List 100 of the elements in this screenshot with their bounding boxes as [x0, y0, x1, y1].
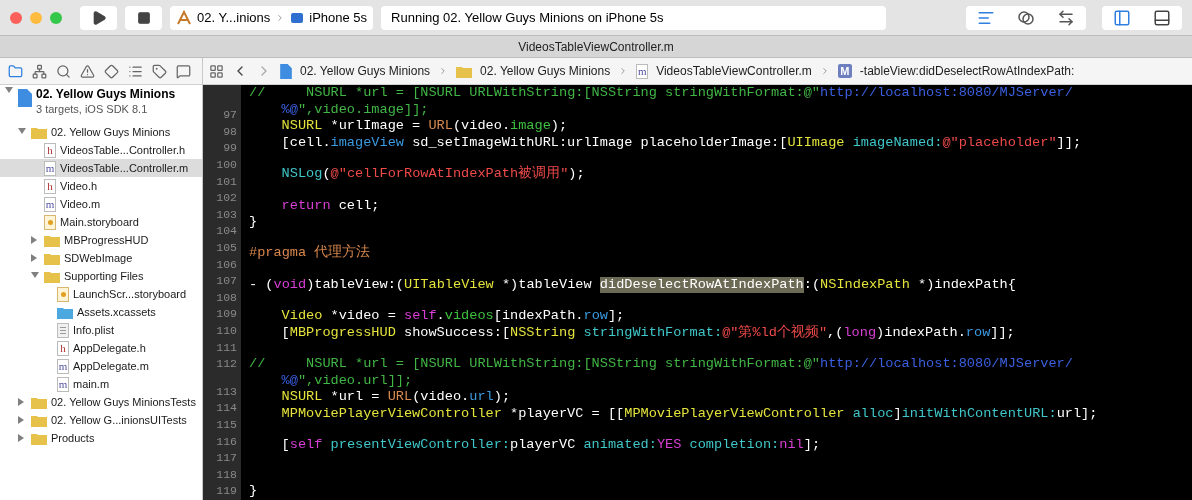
- window-title: VideosTableViewController.m: [518, 38, 674, 56]
- file-icon: h: [44, 178, 56, 194]
- folder-icon: [456, 64, 473, 78]
- code-text: alloc: [852, 405, 894, 423]
- navigator-tab[interactable]: [150, 62, 168, 80]
- breadcrumb[interactable]: -tableView:didDeselectRowAtIndexPath:: [859, 62, 1075, 80]
- navigator-row[interactable]: m AppDelegate.m: [0, 357, 202, 375]
- navigator-row[interactable]: Main.storyboard: [0, 213, 202, 231]
- close-button[interactable]: [10, 11, 22, 24]
- navigator-row[interactable]: Products: [0, 429, 202, 447]
- file-name: main.m: [73, 376, 110, 392]
- code-text: presentViewController:: [330, 437, 511, 454]
- code-text: @"cellForRowAtIndexPath被调用": [330, 166, 569, 183]
- code-text: http://localhost:8080/MJServer/: [820, 85, 1073, 102]
- navigator-row[interactable]: Assets.xcassets: [0, 303, 202, 321]
- file-icon: m: [57, 358, 69, 374]
- code-text: playerVC: [510, 437, 577, 454]
- code-text: UITableView: [404, 276, 494, 294]
- navigator-row[interactable]: Supporting Files: [0, 267, 202, 285]
- list-icon: [127, 63, 143, 79]
- storyboard-file-icon: [44, 214, 56, 230]
- file-name: VideosTable...Controller.h: [60, 142, 186, 158]
- navigator-tab[interactable]: [102, 62, 120, 80]
- navigator-row[interactable]: LaunchScr...storyboard: [0, 285, 202, 303]
- arrows-icon: [1057, 8, 1075, 27]
- code-text: completion:: [689, 437, 780, 454]
- code-text: );: [493, 389, 511, 406]
- code-text: ]];: [1056, 134, 1082, 152]
- code-text: NSString: [510, 324, 577, 342]
- scheme-selector[interactable]: 02. Y...inions iPhone 5s: [170, 5, 374, 30]
- code-text: );: [550, 118, 568, 135]
- code-text: ]];: [990, 324, 1015, 342]
- navigator-tab[interactable]: [78, 62, 96, 80]
- code-text: ]: [893, 405, 902, 423]
- list-file-icon: [57, 322, 69, 338]
- navigator-row[interactable]: 02. Yellow Guys MinionsTests: [0, 393, 202, 411]
- navigator-tab[interactable]: [6, 62, 24, 80]
- code-text: #pragma 代理方法: [249, 245, 371, 263]
- navigator-tab[interactable]: [30, 62, 48, 80]
- code-text: }: [249, 483, 258, 500]
- navigator-row[interactable]: m Video.m: [0, 195, 202, 213]
- line-number: 117: [216, 450, 237, 467]
- code-text: URL: [387, 389, 413, 406]
- code-text: *video =: [329, 308, 397, 325]
- stop-icon: [136, 10, 151, 25]
- code-text: imageView: [330, 134, 404, 152]
- navigator-tab[interactable]: [174, 62, 192, 80]
- navigator-row[interactable]: m main.m: [0, 375, 202, 393]
- file-name: 02. Yellow Guys MinionsTests: [51, 394, 196, 410]
- code-text: @"第%ld个视频": [722, 324, 828, 342]
- line-number: 118: [216, 466, 237, 483]
- bottom-panel-icon: [1153, 8, 1171, 27]
- grid-icon: [209, 63, 224, 79]
- file-name: Video.h: [60, 178, 98, 194]
- file-name: MBProgressHUD: [64, 232, 149, 248]
- file-name: AppDelegate.m: [73, 358, 149, 374]
- navigator-row[interactable]: h VideosTable...Controller.h: [0, 141, 202, 159]
- line-number: 115: [216, 417, 237, 433]
- file-name: Assets.xcassets: [77, 304, 156, 320]
- code-text: *)indexPath{: [917, 276, 1016, 294]
- hierarchy-icon: [31, 63, 47, 79]
- code-text: NSURL: [281, 118, 323, 135]
- navigator-row[interactable]: SDWebImage: [0, 249, 202, 267]
- code-text: ",video.image]];: [297, 101, 429, 119]
- file-name: AppDelegate.h: [73, 340, 146, 356]
- warning-icon: [79, 63, 95, 79]
- code-text: nil: [779, 437, 804, 454]
- project-subtitle: 3 targets, iOS SDK 8.1: [36, 102, 149, 117]
- code-text: *)tableView: [500, 276, 593, 294]
- code-text: imageNamed:: [852, 134, 943, 152]
- folder-icon: [44, 251, 60, 265]
- line-number: 104: [216, 223, 237, 240]
- navigator-row[interactable]: Info.plist: [0, 321, 202, 339]
- folder-icon: [31, 431, 47, 445]
- navigator-row[interactable]: 02. Yellow Guys Minions: [0, 123, 202, 141]
- line-number: 113: [216, 383, 237, 400]
- code-text: stringWithFormat:: [583, 324, 723, 342]
- navigator-row[interactable]: 02. Yellow G...inionsUITests: [0, 411, 202, 429]
- navigator-row[interactable]: MBProgressHUD: [0, 231, 202, 249]
- line-number: 106: [216, 256, 237, 273]
- line-number: 102: [216, 190, 237, 207]
- stop-button[interactable]: [125, 5, 162, 30]
- navigator-row[interactable]: h AppDelegate.h: [0, 339, 202, 357]
- line-number: 112: [216, 356, 237, 373]
- navigator-row[interactable]: h Video.h: [0, 177, 202, 195]
- breadcrumb[interactable]: 02. Yellow Guys Minions: [300, 62, 431, 80]
- code-text: animated:: [583, 437, 657, 454]
- code-text: ,(: [827, 324, 844, 342]
- folder-icon: [31, 125, 47, 139]
- code-text: url];: [1056, 405, 1098, 423]
- navigator-tab[interactable]: [54, 62, 72, 80]
- breadcrumb[interactable]: VideosTableViewController.m: [656, 62, 812, 80]
- line-number: 110: [216, 322, 237, 339]
- run-button[interactable]: [80, 5, 117, 30]
- code-text: url: [469, 389, 494, 406]
- breadcrumb[interactable]: 02. Yellow Guys Minions: [480, 62, 611, 80]
- folder-icon: [31, 395, 47, 409]
- code-text: showSuccess:[: [403, 324, 511, 342]
- navigator-row[interactable]: m VideosTable...Controller.m: [0, 159, 202, 177]
- code-text: NSLog: [281, 166, 323, 183]
